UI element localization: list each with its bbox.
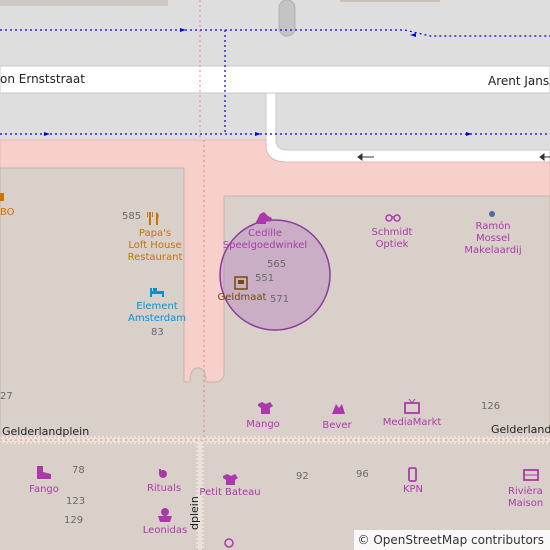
poi-label-mango[interactable]: Mango bbox=[240, 419, 286, 431]
house-number: 92 bbox=[296, 471, 309, 482]
house-number: 565 bbox=[267, 259, 287, 270]
house-number: 78 bbox=[72, 465, 85, 476]
poi-label-mediamarkt[interactable]: MediaMarkt bbox=[378, 417, 446, 429]
poi-label-bo: BO bbox=[0, 207, 15, 218]
street-label-gelderlandplein: Gelderlandplein bbox=[2, 425, 90, 438]
bo-partial-icon bbox=[0, 193, 4, 201]
house-number: 551 bbox=[255, 273, 275, 284]
house-number: 585 bbox=[122, 211, 142, 222]
building-top-left bbox=[0, 0, 168, 6]
building-top-right bbox=[340, 0, 440, 2]
poi-label-bever[interactable]: Bever bbox=[318, 420, 356, 432]
poi-label-cedille[interactable]: Cedille Speelgoedwinkel bbox=[222, 228, 308, 252]
map-canvas[interactable]: on Ernststraat Arent Jansz Gelderlandple… bbox=[0, 0, 550, 550]
dot-icon bbox=[489, 211, 495, 217]
house-number: 27 bbox=[0, 391, 13, 402]
poi-label-element[interactable]: Element Amsterdam bbox=[126, 301, 188, 325]
poi-label-fango[interactable]: Fango bbox=[24, 484, 64, 496]
house-number: 126 bbox=[481, 401, 501, 412]
poi-label-geldmaat[interactable]: Geldmaat bbox=[214, 292, 270, 304]
poi-label-petit-bateau[interactable]: Petit Bateau bbox=[198, 487, 262, 499]
map-attribution: © OpenStreetMap contributors bbox=[353, 530, 550, 550]
street-label-gelderlandplein-right: Gelderland bbox=[491, 423, 550, 436]
poi-label-ramon[interactable]: Ramón Mossel Makelaardij bbox=[458, 221, 528, 257]
house-number: 83 bbox=[151, 327, 164, 338]
house-number: 571 bbox=[270, 294, 290, 305]
poi-label-schmidt[interactable]: Schmidt Optiek bbox=[360, 227, 424, 251]
house-number: 96 bbox=[356, 469, 369, 480]
street-label-arent-jansz: Arent Jansz bbox=[488, 74, 550, 88]
street-label-van-ernststraat: on Ernststraat bbox=[0, 72, 85, 86]
poi-label-kpn[interactable]: KPN bbox=[398, 484, 428, 496]
attribution-link[interactable]: © OpenStreetMap contributors bbox=[358, 533, 544, 547]
poi-label-rituals[interactable]: Rituals bbox=[142, 483, 186, 495]
poi-label-leonidas[interactable]: Leonidas bbox=[140, 525, 190, 537]
house-number: 129 bbox=[64, 515, 84, 526]
poi-label-papas[interactable]: Papa's Loft House Restaurant bbox=[125, 228, 185, 264]
house-number: 123 bbox=[66, 496, 86, 507]
poi-label-riviera[interactable]: Rivièra Maison bbox=[508, 486, 550, 510]
